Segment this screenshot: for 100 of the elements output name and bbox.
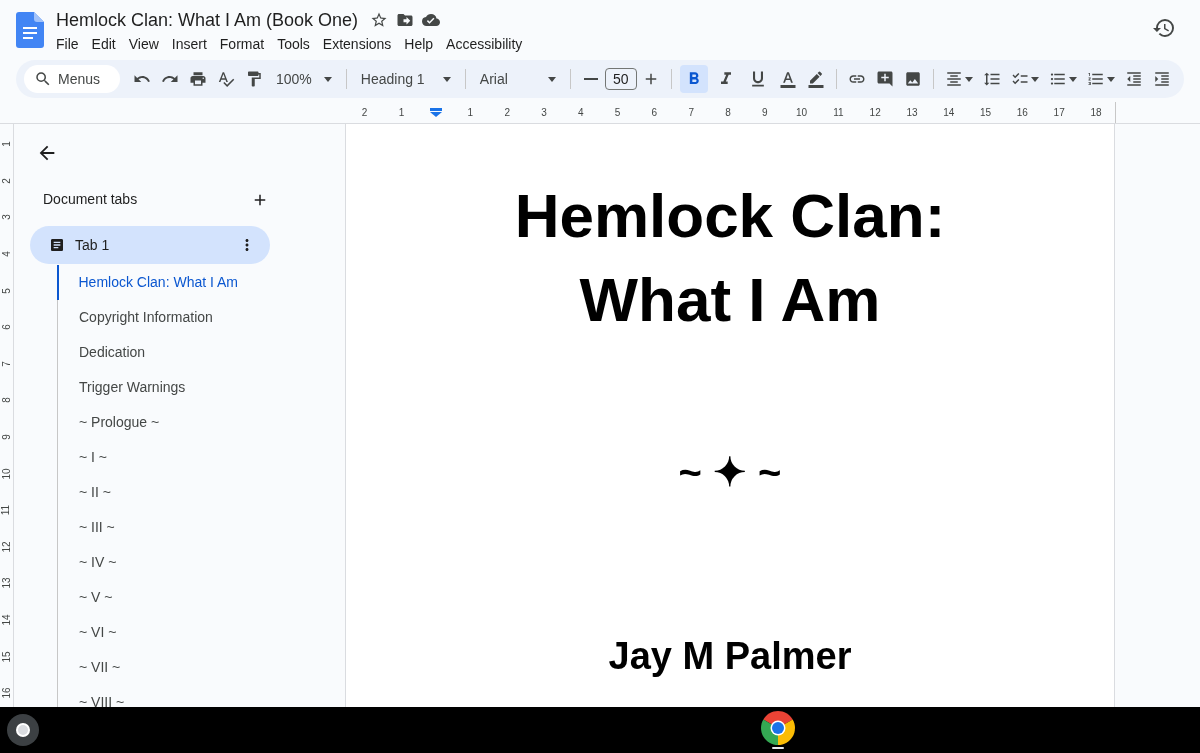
bold-button[interactable] [679, 65, 708, 93]
ruler-number: 3 [540, 106, 548, 120]
numbered-list-icon [1086, 70, 1105, 88]
sidebar-heading: Document tabs [43, 190, 138, 209]
menu-item[interactable]: Accessibility [446, 34, 523, 55]
cloud-check-icon[interactable] [422, 11, 441, 29]
ruler-number: 16 [1015, 106, 1029, 120]
ruler-number: 9 [761, 106, 769, 120]
ruler-number: 11 [1, 505, 12, 516]
menu-item[interactable]: View [128, 34, 159, 55]
ruler-number: 8 [1, 397, 12, 404]
search-icon [34, 70, 52, 88]
ruler-number: 15 [979, 106, 993, 120]
caret-icon [1106, 76, 1115, 82]
outline-item[interactable]: ~ I ~ [79, 447, 108, 468]
document-tab[interactable]: Tab 1 [30, 226, 270, 264]
outline-item[interactable]: Copyright Information [79, 307, 213, 328]
caret-icon [1030, 76, 1039, 82]
outline-item[interactable]: ~ III ~ [79, 517, 115, 538]
spellcheck-icon [217, 70, 235, 88]
document-heading: Hemlock Clan: What I Am [514, 180, 946, 336]
caret-icon [1068, 76, 1077, 82]
outline-item[interactable]: ~ Prologue ~ [79, 412, 160, 433]
indent-marker-icon[interactable] [430, 108, 442, 117]
author-name: Jay M Palmer [608, 637, 852, 675]
outline-item[interactable]: ~ VII ~ [79, 657, 121, 678]
history-icon[interactable] [1152, 16, 1176, 40]
image-icon [903, 70, 922, 88]
ruler-number: 6 [1, 324, 12, 331]
ruler-number: 6 [650, 106, 659, 120]
caret-icon [442, 76, 451, 82]
ruler-number: 17 [1052, 106, 1066, 120]
ruler-number: 14 [942, 106, 956, 120]
outline-item[interactable]: ~ VI ~ [79, 622, 117, 643]
ruler-number: 2 [503, 106, 511, 120]
ruler-number: 1 [466, 106, 475, 120]
search-field[interactable]: Menus [24, 65, 120, 93]
ruler-number: 11 [832, 106, 845, 120]
zoom-dropdown[interactable]: 100% [268, 68, 340, 90]
browser-icon[interactable] [760, 711, 795, 749]
folder-move-icon[interactable] [396, 11, 415, 29]
docs-logo[interactable] [16, 12, 44, 48]
caret-icon [547, 76, 556, 82]
launcher-icon[interactable] [7, 714, 39, 746]
outline-item[interactable]: ~ V ~ [79, 587, 113, 608]
line-spacing-icon [982, 70, 1001, 88]
ruler-number: 1 [1, 141, 12, 148]
highlighter-icon [806, 70, 825, 88]
ruler-number: 18 [1089, 106, 1103, 120]
outline-item[interactable]: ~ II ~ [79, 482, 111, 503]
ruler-number: 4 [1, 251, 12, 257]
ruler-number: 8 [724, 106, 732, 120]
indent-increase-icon [1152, 70, 1171, 88]
menu-item[interactable]: Insert [171, 34, 207, 55]
ruler-number: 10 [1, 468, 12, 480]
ruler-number: 2 [1, 178, 12, 184]
add-comment-icon [875, 70, 894, 88]
ruler-number: 12 [1, 541, 12, 553]
document-icon [49, 237, 65, 253]
ruler-number: 14 [1, 614, 12, 626]
menu-item[interactable]: Extensions [322, 34, 392, 55]
menu-item[interactable]: Edit [91, 34, 116, 55]
outline-item[interactable]: ~ IV ~ [79, 552, 117, 573]
ruler-number: 12 [868, 106, 882, 120]
outline-item[interactable]: Dedication [79, 342, 146, 363]
ruler-number: 3 [1, 214, 12, 221]
caret-icon [964, 76, 973, 82]
ruler-number: 13 [1, 577, 12, 589]
star-icon[interactable] [370, 11, 389, 29]
ruler-number: 7 [1, 361, 12, 367]
ruler-number: 7 [687, 106, 695, 120]
ruler-number: 4 [577, 106, 585, 120]
menu-item[interactable]: Help [404, 34, 434, 55]
paint-format-icon [245, 70, 263, 88]
align-center-icon [944, 70, 963, 88]
outline-item[interactable]: Hemlock Clan: What I Am [78, 272, 238, 293]
outline-item[interactable]: ~ VIII ~ [79, 692, 125, 707]
indent-decrease-icon [1124, 70, 1143, 88]
ruler-number: 9 [1, 434, 12, 440]
minus-icon [583, 78, 598, 80]
menu-item[interactable]: Format [219, 34, 265, 55]
caret-icon [323, 76, 332, 82]
ruler-number: 5 [613, 106, 622, 120]
font-size-field[interactable]: 50 [604, 68, 637, 90]
ruler-number: 1 [397, 106, 406, 120]
ornament-divider: ~ ✦ ~ [678, 452, 782, 492]
font-dropdown[interactable]: Arial [471, 68, 564, 90]
menu-item[interactable]: Tools [277, 34, 310, 55]
document-title[interactable]: Hemlock Clan: What I Am (Book One) [56, 8, 359, 32]
menu-item[interactable]: File [56, 34, 79, 55]
ruler-number: 2 [360, 106, 369, 120]
ruler-number: 10 [795, 106, 809, 120]
style-dropdown[interactable]: Heading 1 [352, 68, 459, 90]
ruler-number: 15 [1, 651, 12, 663]
ruler-number: 13 [905, 106, 919, 120]
ruler-number: 5 [1, 287, 12, 294]
ruler-number: 16 [1, 687, 12, 699]
text-color-icon [778, 70, 797, 88]
outline-item[interactable]: Trigger Warnings [79, 377, 186, 398]
print-icon [189, 70, 207, 88]
